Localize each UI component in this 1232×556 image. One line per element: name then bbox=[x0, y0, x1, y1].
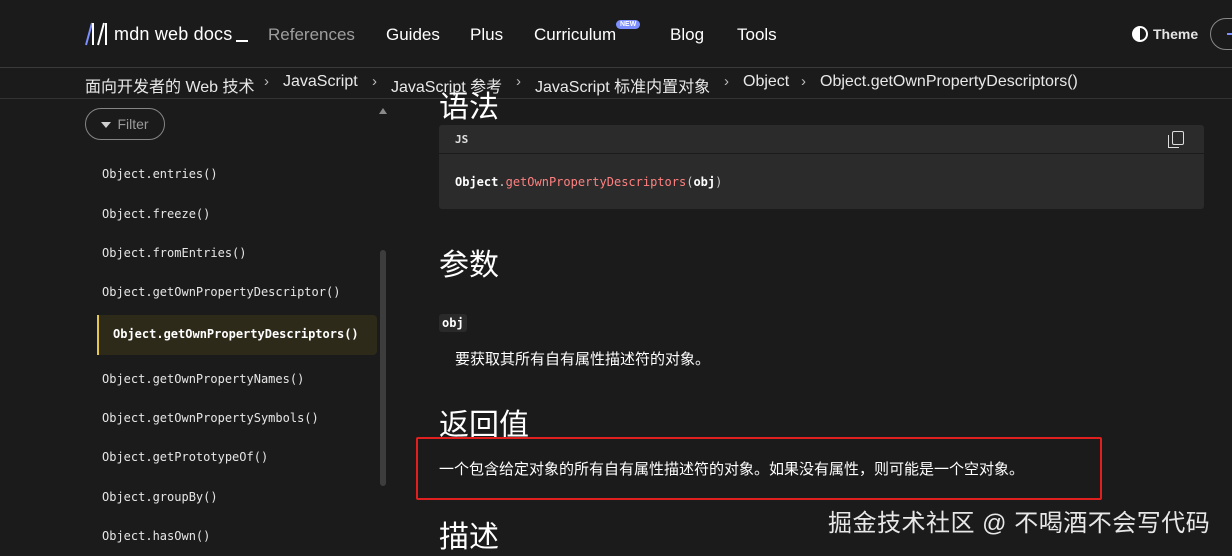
filter-icon bbox=[101, 122, 112, 128]
sidebar-item[interactable]: Object.getOwnPropertyDescriptor() bbox=[102, 285, 340, 299]
theme-label: Theme bbox=[1153, 26, 1199, 42]
nav-references[interactable]: References bbox=[268, 25, 355, 45]
new-badge: NEW bbox=[616, 20, 641, 29]
sidebar-item-active-label: Object.getOwnPropertyDescriptors() bbox=[113, 327, 359, 341]
chevron-right-icon: › bbox=[372, 73, 377, 90]
sidebar-item[interactable]: Object.fromEntries() bbox=[102, 246, 247, 260]
scroll-up-arrow-icon[interactable] bbox=[379, 108, 387, 114]
nav-guides[interactable]: Guides bbox=[386, 25, 440, 45]
code-dot: . bbox=[498, 175, 506, 189]
code-object: Object bbox=[455, 175, 499, 189]
filter-input[interactable]: Filter bbox=[85, 108, 165, 140]
nav-blog[interactable]: Blog bbox=[670, 25, 704, 45]
code-line: Object.getOwnPropertyDescriptors(obj) bbox=[455, 175, 722, 189]
sidebar: Filter Object.entries() Object.freeze() … bbox=[84, 100, 394, 551]
logo-cursor bbox=[236, 40, 249, 42]
watermark: 掘金技术社区 @ 不喝酒不会写代码 bbox=[828, 510, 1211, 537]
user-menu-button[interactable] bbox=[1210, 18, 1232, 50]
highlight-annotation-box bbox=[416, 437, 1102, 500]
sidebar-scrollbar[interactable] bbox=[380, 250, 386, 486]
nav-tools[interactable]: Tools bbox=[737, 25, 777, 45]
sidebar-item[interactable]: Object.getOwnPropertyNames() bbox=[102, 372, 304, 386]
chevron-right-icon: › bbox=[724, 73, 729, 90]
code-language: JS bbox=[455, 133, 469, 146]
syntax-heading: 语法 bbox=[439, 91, 499, 124]
filter-placeholder: Filter bbox=[117, 116, 149, 132]
code-close-paren: ) bbox=[715, 175, 723, 189]
sidebar-item[interactable]: Object.getOwnPropertySymbols() bbox=[102, 411, 319, 425]
sidebar-item[interactable]: Object.groupBy() bbox=[102, 490, 218, 504]
sidebar-item[interactable]: Object.hasOwn() bbox=[102, 529, 210, 543]
chevron-right-icon: › bbox=[801, 73, 806, 90]
theme-contrast-icon bbox=[1132, 26, 1148, 42]
breadcrumb-item[interactable]: Object bbox=[743, 73, 789, 91]
chevron-right-icon: › bbox=[264, 73, 269, 90]
mdn-logo-icon bbox=[85, 22, 107, 46]
sidebar-item-active[interactable]: Object.getOwnPropertyDescriptors() bbox=[97, 315, 377, 355]
nav-plus[interactable]: Plus bbox=[470, 25, 503, 45]
code-method: getOwnPropertyDescriptors bbox=[505, 175, 687, 189]
sidebar-item[interactable]: Object.freeze() bbox=[102, 207, 210, 221]
top-navigation: mdn web docs References Guides Plus Curr… bbox=[0, 0, 1232, 68]
logo-text: mdn web docs bbox=[114, 23, 233, 44]
breadcrumb-item[interactable]: 面向开发者的 Web 技术 bbox=[85, 73, 255, 97]
breadcrumb-current[interactable]: Object.getOwnPropertyDescriptors() bbox=[820, 73, 1078, 91]
param-name: obj bbox=[439, 314, 467, 332]
sidebar-item[interactable]: Object.getPrototypeOf() bbox=[102, 450, 268, 464]
copy-icon[interactable] bbox=[1168, 131, 1184, 148]
breadcrumb-item[interactable]: JavaScript bbox=[283, 73, 358, 91]
chevron-right-icon: › bbox=[516, 73, 521, 90]
sidebar-item[interactable]: Object.entries() bbox=[102, 167, 218, 181]
mdn-logo[interactable]: mdn web docs bbox=[84, 22, 249, 46]
description-heading: 描述 bbox=[439, 521, 499, 554]
param-description: 要获取其所有自有属性描述符的对象。 bbox=[455, 351, 711, 368]
code-header: JS bbox=[439, 125, 1204, 154]
theme-button[interactable]: Theme bbox=[1132, 26, 1198, 42]
code-block: JS Object.getOwnPropertyDescriptors(obj) bbox=[439, 125, 1204, 209]
breadcrumb-item[interactable]: JavaScript 标准内置对象 bbox=[535, 73, 710, 97]
params-heading: 参数 bbox=[439, 249, 499, 282]
code-argument: obj bbox=[693, 175, 716, 189]
breadcrumb: 面向开发者的 Web 技术 › JavaScript › JavaScript … bbox=[0, 68, 1232, 99]
nav-curriculum[interactable]: Curriculum bbox=[534, 25, 616, 45]
